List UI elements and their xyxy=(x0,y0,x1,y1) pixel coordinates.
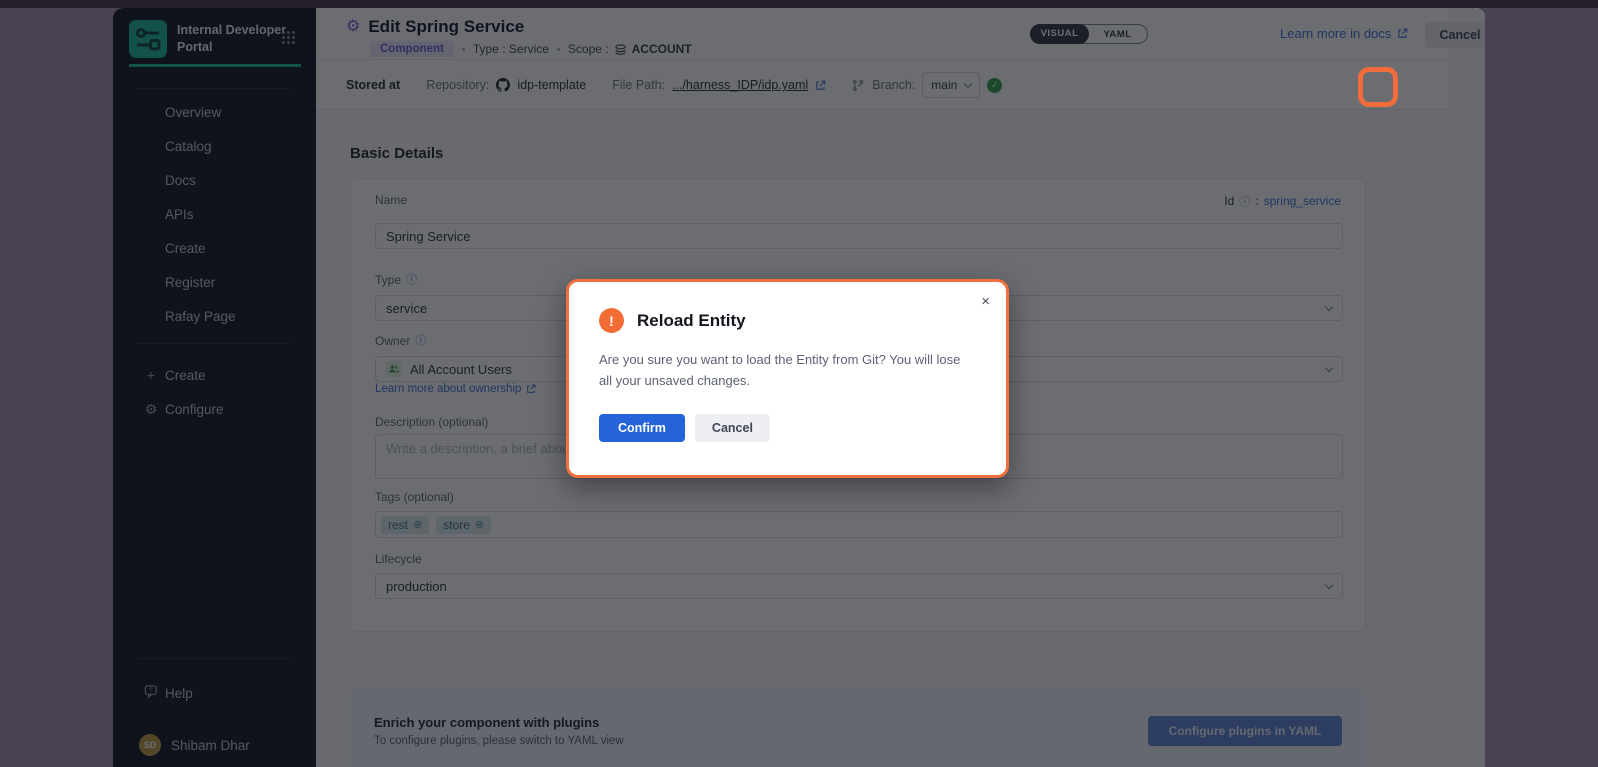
modal-cancel-button[interactable]: Cancel xyxy=(695,414,770,442)
highlight-ring-reload xyxy=(1358,67,1398,107)
desktop-top-strip xyxy=(0,0,1598,8)
modal-message: Are you sure you want to load the Entity… xyxy=(599,349,976,392)
close-icon[interactable]: × xyxy=(981,294,990,309)
confirm-button[interactable]: Confirm xyxy=(599,414,685,442)
reload-entity-modal: × ! Reload Entity Are you sure you want … xyxy=(566,279,1009,478)
warning-icon: ! xyxy=(599,308,624,333)
modal-title: Reload Entity xyxy=(637,311,746,331)
app-window: Internal Developer Portal Overview Catal… xyxy=(113,8,1485,767)
